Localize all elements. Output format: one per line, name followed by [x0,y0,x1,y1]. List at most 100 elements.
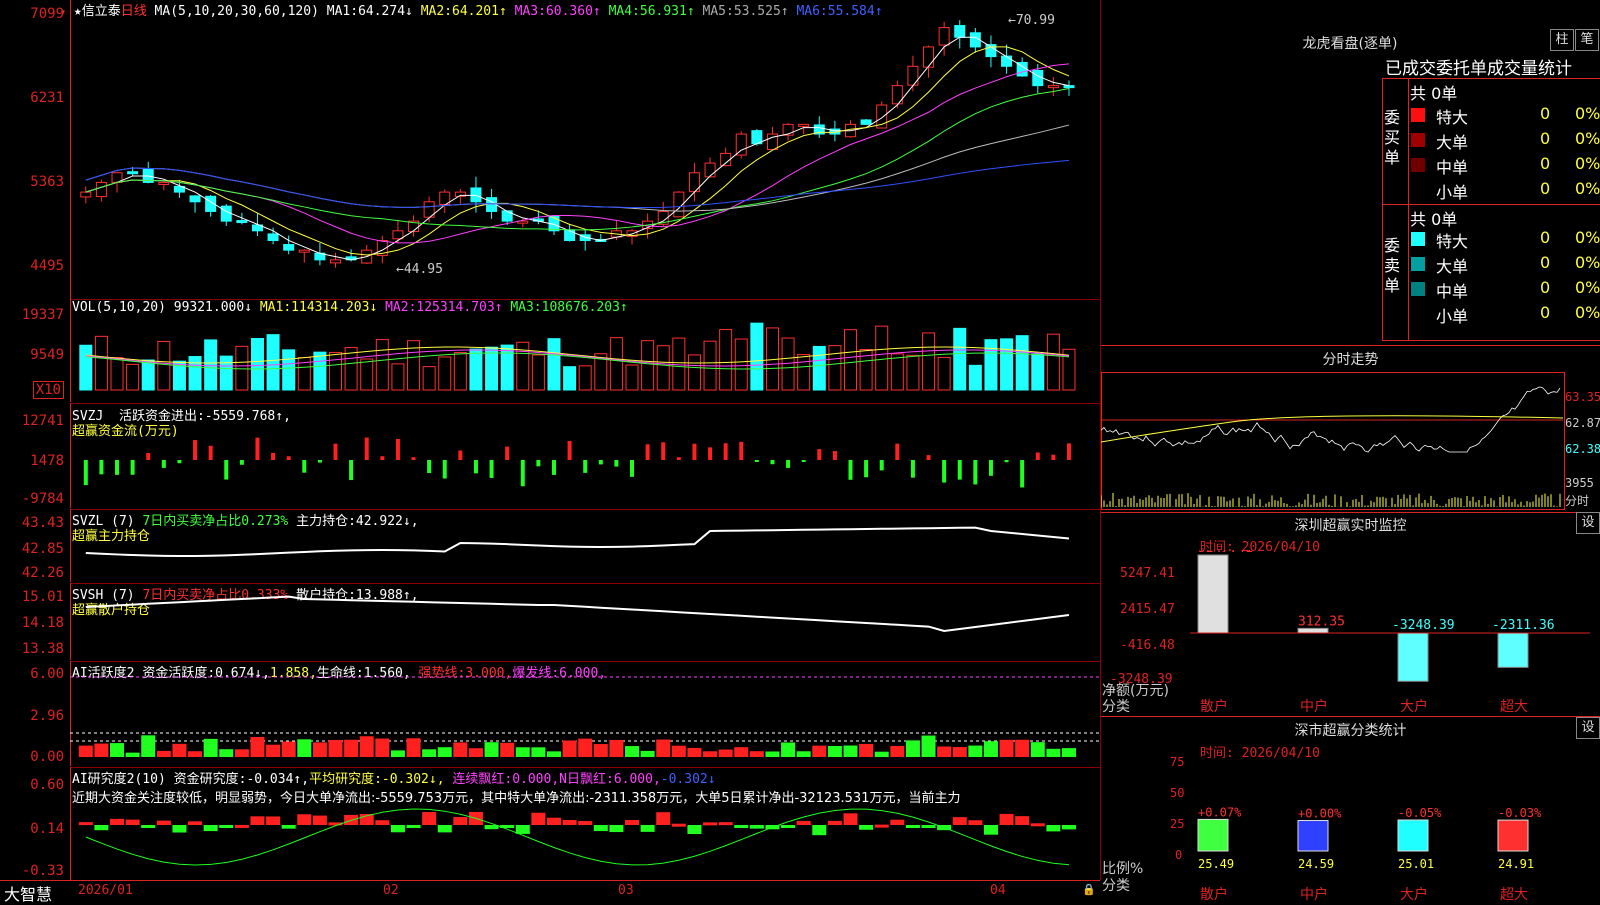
research-bar [234,824,249,828]
volume-bar [188,356,202,391]
sell-label: 委卖单 [1384,236,1401,295]
flow-bar [676,457,681,460]
color-swatch [1411,232,1425,246]
research-bar [546,817,561,825]
lock-icon[interactable]: 🔒 [1082,883,1096,896]
activity-bar [562,740,577,757]
activity-bar [94,743,109,757]
flow-bar [1020,460,1025,488]
research-bar [172,825,187,833]
research-bar [890,819,905,825]
flow-bar [1051,454,1056,460]
scfl-xlabel: 分类 [1102,878,1130,894]
volume-bar [500,344,514,391]
activity-bar [1030,742,1045,757]
scfl-cat: 中户 [1300,887,1328,903]
candle-body [95,181,107,198]
ratio-pct: +0.00% [1298,807,1342,821]
lhb-cell: 特大 [1436,232,1469,251]
lhb-cell: 0 [1540,278,1551,297]
activity-bar [593,744,608,757]
volume-bar [1015,335,1029,391]
volume-bar [687,354,701,391]
flow-bar [801,460,806,462]
candle-body [1047,85,1059,89]
svsh-tick: 13.38 [21,641,64,657]
szjk-tick: 2415.47 [1120,602,1175,617]
research-line [85,808,1070,866]
volume-bar [937,356,951,391]
volume-bar [875,325,889,391]
ratio-bar [1397,819,1429,852]
volume-bar [266,334,280,391]
szjk-title: 深圳超赢实时监控 [1294,518,1407,534]
ratio-pct: -0.05% [1398,806,1442,820]
price-chart[interactable] [70,0,1100,300]
research-bar [734,825,749,828]
activity-bar [203,738,218,757]
volume-bar [360,358,374,391]
flow-bar [536,460,541,467]
net-value: -3248.39 [1392,618,1455,633]
activity-bar [188,751,203,757]
lhb-cell: 中单 [1436,282,1469,301]
szjk-cat: 超大 [1500,699,1528,715]
flow-bar [879,460,884,471]
ma-line [85,88,1070,231]
svzj-axis: 12741 1478 -9784 [0,403,71,508]
flow-bar [83,460,88,486]
brand-logo: 大智慧 [4,885,53,904]
lhb-cell: 0% [1575,228,1600,247]
research-bar [687,825,702,835]
flow-bar [754,460,759,462]
fenshi-price: 62.38 [1565,442,1600,456]
research-bar [718,822,733,826]
lhb-cell: 0% [1575,104,1600,123]
research-bar [781,825,796,828]
lhb-tabs[interactable]: 已成交委托单成交量统计 [1385,54,1572,79]
volume-bar [79,344,93,391]
research-bar [1015,816,1030,825]
scfl-settings-button[interactable]: 设 [1576,717,1600,739]
activity-bar [328,739,343,757]
svsh-tick: 15.01 [21,589,64,605]
column-mode-button[interactable]: 柱 [1550,29,1574,51]
volume-bar [94,335,108,391]
scfl-cat: 超大 [1500,887,1528,903]
vol-tick: 9549 [30,347,64,363]
volume-bar [578,365,592,391]
color-swatch [1411,282,1425,296]
ratio-value: 24.91 [1498,857,1534,871]
research-bar [874,824,889,828]
fenshi-price: 62.87 [1565,416,1600,430]
svsh-chart [85,595,1070,633]
flow-bar [567,440,572,460]
research-bar [703,822,718,826]
activity-bar [359,736,374,757]
flow-bar [692,443,697,460]
volume-bar [984,339,998,391]
flow-bar [99,460,104,475]
activity-bar [999,739,1014,757]
volume-bar [250,337,264,391]
szjk-settings-button[interactable]: 设 [1576,512,1600,534]
activity-bar [640,750,655,757]
research-bar [453,817,468,825]
volume-bar [797,354,811,391]
candle-body [236,220,248,224]
volume-bar [204,339,218,391]
x-tick: 03 [618,883,634,898]
fenshi-vol: 3955 [1565,476,1594,490]
lhb-cell: 0 [1540,154,1551,173]
ai1-axis: 6.00 2.96 0.00 [0,661,71,766]
x-tick: 04 [990,883,1006,898]
research-bar [609,825,624,833]
research-bar [297,814,312,825]
flow-bar [411,457,416,460]
tick-mode-button[interactable]: 笔 [1575,29,1599,51]
candle-body [954,25,966,38]
candle-body [392,230,404,240]
ai2-tick: 0.60 [30,777,64,793]
volume-bar [656,345,670,391]
flow-bar [910,460,915,478]
